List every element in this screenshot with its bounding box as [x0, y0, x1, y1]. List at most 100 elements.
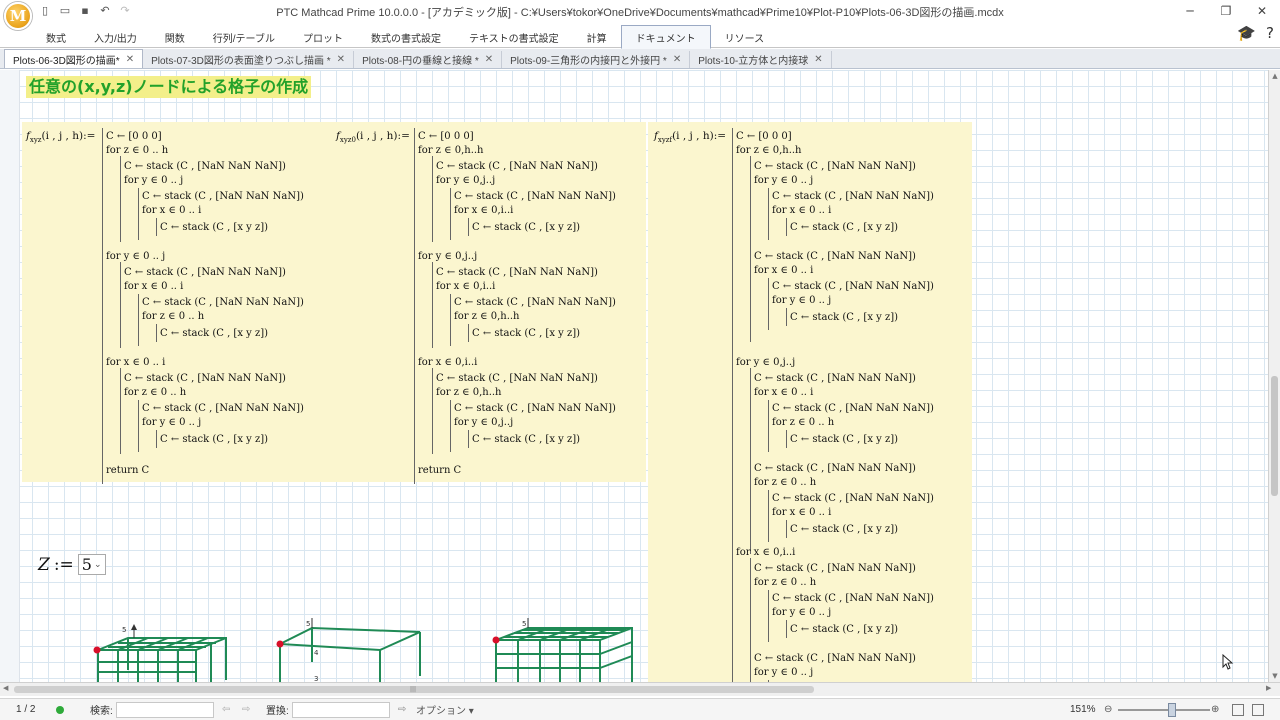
code-line-for[interactable]: for x ∈ 0,i..i — [454, 204, 513, 217]
code-line-stack[interactable]: C ← stack (C , [NaN NaN NaN]) — [436, 266, 598, 279]
code-line-stack[interactable]: C ← stack (C , [NaN NaN NaN]) — [454, 402, 616, 415]
code-line-for[interactable]: for y ∈ 0,j..j — [736, 356, 795, 369]
code-line-stack[interactable]: C ← stack (C , [NaN NaN NaN]) — [754, 160, 916, 173]
close-tab-icon[interactable]: ✕ — [126, 54, 134, 65]
code-line-return[interactable]: return C — [418, 464, 461, 477]
ribbon-tab[interactable]: プロット — [289, 26, 357, 48]
scroll-right-icon[interactable]: ▶ — [1266, 684, 1271, 692]
close-tab-icon[interactable]: ✕ — [337, 54, 345, 65]
ribbon-tab[interactable]: ドキュメント — [620, 25, 711, 49]
code-line-for[interactable]: for z ∈ 0,h..h — [454, 310, 520, 323]
scroll-down-icon[interactable]: ▼ — [1269, 670, 1280, 682]
ribbon-tab[interactable]: 入力/出力 — [80, 26, 151, 48]
code-line-for[interactable]: for y ∈ 0,j..j — [418, 250, 477, 263]
document-tab[interactable]: Plots-10-立方体と内接球 ✕ — [690, 51, 832, 68]
scroll-up-icon[interactable]: ▲ — [1269, 70, 1280, 82]
code-line-for[interactable]: for y ∈ 0 .. j — [772, 606, 831, 619]
code-line-for[interactable]: for y ∈ 0 .. j — [106, 250, 165, 263]
code-line-init[interactable]: C ← [0 0 0] — [736, 130, 792, 143]
code-line-return[interactable]: return C — [106, 464, 149, 477]
replace-input[interactable] — [292, 701, 390, 718]
code-line-for[interactable]: for z ∈ 0 .. h — [142, 310, 204, 323]
code-line-stack[interactable]: C ← stack (C , [NaN NaN NaN]) — [124, 160, 286, 173]
zoom-slider-thumb[interactable] — [1168, 703, 1176, 717]
replace-icon[interactable]: ⇨ — [398, 704, 406, 715]
code-line-for[interactable]: for z ∈ 0 .. h — [772, 416, 834, 429]
code-line-stack[interactable]: C ← stack (C , [x y z]) — [160, 221, 268, 234]
code-line-stack[interactable]: C ← stack (C , [x y z]) — [472, 327, 580, 340]
document-tab[interactable]: Plots-08-円の垂線と接線 * ✕ — [354, 51, 503, 68]
page-view-icon[interactable] — [1232, 704, 1244, 716]
ribbon-tab[interactable]: 数式の書式設定 — [357, 26, 455, 48]
code-line-stack[interactable]: C ← stack (C , [NaN NaN NaN]) — [124, 266, 286, 279]
ribbon-tab[interactable]: 数式 — [32, 26, 80, 48]
code-line-stack[interactable]: C ← stack (C , [NaN NaN NaN]) — [142, 402, 304, 415]
search-next-icon[interactable]: ⇨ — [242, 704, 250, 715]
code-line-for[interactable]: for x ∈ 0 .. i — [754, 264, 813, 277]
section-heading[interactable]: 任意の(x,y,z)ノードによる格子の作成 — [26, 76, 312, 98]
code-line-stack[interactable]: C ← stack (C , [NaN NaN NaN]) — [454, 190, 616, 203]
code-line-for[interactable]: for z ∈ 0 .. h — [124, 386, 186, 399]
code-line-stack[interactable]: C ← stack (C , [NaN NaN NaN]) — [772, 592, 934, 605]
code-line-stack[interactable]: C ← stack (C , [NaN NaN NaN]) — [754, 372, 916, 385]
document-tab[interactable]: Plots-09-三角形の内接円と外接円 * ✕ — [502, 51, 691, 68]
draft-view-icon[interactable] — [1252, 704, 1264, 716]
zoom-out-icon[interactable]: ⊖ — [1104, 704, 1112, 715]
horizontal-scrollbar[interactable]: ◀ ||| ▶ — [0, 682, 1280, 696]
search-input[interactable] — [116, 701, 214, 718]
close-tab-icon[interactable]: ✕ — [485, 54, 493, 65]
code-line-for[interactable]: for x ∈ 0 .. i — [772, 506, 831, 519]
code-line-stack[interactable]: C ← stack (C , [NaN NaN NaN]) — [772, 402, 934, 415]
minimize-icon[interactable]: ─ — [1172, 0, 1208, 22]
zoom-in-icon[interactable]: ⊕ — [1211, 704, 1219, 715]
code-line-for[interactable]: for y ∈ 0,j..j — [454, 416, 513, 429]
code-line-stack[interactable]: C ← stack (C , [x y z]) — [790, 221, 898, 234]
code-line-for[interactable]: for y ∈ 0 .. j — [124, 174, 183, 187]
plot-3d-grid-1[interactable]: 5 — [88, 610, 238, 682]
code-line-stack[interactable]: C ← stack (C , [NaN NaN NaN]) — [772, 280, 934, 293]
code-line-stack[interactable]: C ← stack (C , [x y z]) — [472, 433, 580, 446]
search-prev-icon[interactable]: ⇦ — [222, 704, 230, 715]
z-value-dropdown[interactable]: 5 ⌄ — [77, 554, 106, 575]
code-line-stack[interactable]: C ← stack (C , [x y z]) — [472, 221, 580, 234]
code-line-for[interactable]: for x ∈ 0 .. i — [754, 386, 813, 399]
vertical-scrollbar[interactable]: ▲ ▼ — [1268, 70, 1280, 682]
code-line-for[interactable]: for y ∈ 0 .. j — [754, 666, 813, 679]
code-line-stack[interactable]: C ← stack (C , [NaN NaN NaN]) — [142, 296, 304, 309]
document-tab[interactable]: Plots-06-3D図形の描画* ✕ — [4, 49, 144, 68]
code-line-stack[interactable]: C ← stack (C , [NaN NaN NaN]) — [754, 562, 916, 575]
plot-3d-grid-3[interactable]: 5 — [488, 606, 648, 682]
graduation-cap-icon[interactable]: 🎓 — [1237, 24, 1256, 42]
code-line-init[interactable]: C ← [0 0 0] — [106, 130, 162, 143]
code-line-for[interactable]: for z ∈ 0 .. h — [754, 576, 816, 589]
zoom-slider[interactable] — [1118, 709, 1210, 711]
code-line-stack[interactable]: C ← stack (C , [NaN NaN NaN]) — [754, 652, 916, 665]
code-line-stack[interactable]: C ← stack (C , [x y z]) — [790, 311, 898, 324]
options-button[interactable]: オプション ▾ — [416, 702, 474, 717]
code-line-stack[interactable]: C ← stack (C , [NaN NaN NaN]) — [436, 160, 598, 173]
code-line-stack[interactable]: C ← stack (C , [NaN NaN NaN]) — [142, 190, 304, 203]
code-line-stack[interactable]: C ← stack (C , [x y z]) — [160, 433, 268, 446]
code-line-for[interactable]: for z ∈ 0,h..h — [418, 144, 484, 157]
close-icon[interactable]: ✕ — [1244, 0, 1280, 22]
code-line-for[interactable]: for x ∈ 0 .. i — [772, 204, 831, 217]
code-line-for[interactable]: for z ∈ 0,h..h — [436, 386, 502, 399]
code-line-stack[interactable]: C ← stack (C , [x y z]) — [790, 623, 898, 636]
code-line-for[interactable]: for z ∈ 0 .. h — [106, 144, 168, 157]
code-line-stack[interactable]: C ← stack (C , [NaN NaN NaN]) — [124, 372, 286, 385]
mathcad-logo-icon[interactable]: M — [4, 2, 32, 30]
code-line-for[interactable]: for y ∈ 0 .. j — [142, 416, 201, 429]
code-line-stack[interactable]: C ← stack (C , [NaN NaN NaN]) — [772, 492, 934, 505]
code-line-init[interactable]: C ← [0 0 0] — [418, 130, 474, 143]
plot-3d-grid-2[interactable]: 5 4 3 — [272, 606, 452, 682]
code-line-stack[interactable]: C ← stack (C , [NaN NaN NaN]) — [436, 372, 598, 385]
code-line-for[interactable]: for x ∈ 0 .. i — [142, 204, 201, 217]
help-icon[interactable]: ? — [1266, 24, 1274, 42]
code-line-stack[interactable]: C ← stack (C , [x y z]) — [160, 327, 268, 340]
ribbon-tab[interactable]: 計算 — [573, 26, 621, 48]
ribbon-tab[interactable]: リソース — [711, 26, 779, 48]
ribbon-tab[interactable]: 行列/テーブル — [199, 26, 289, 48]
code-line-for[interactable]: for x ∈ 0,i..i — [418, 356, 477, 369]
ribbon-tab[interactable]: 関数 — [151, 26, 199, 48]
document-tab[interactable]: Plots-07-3D図形の表面塗りつぶし描画 * ✕ — [143, 51, 355, 68]
